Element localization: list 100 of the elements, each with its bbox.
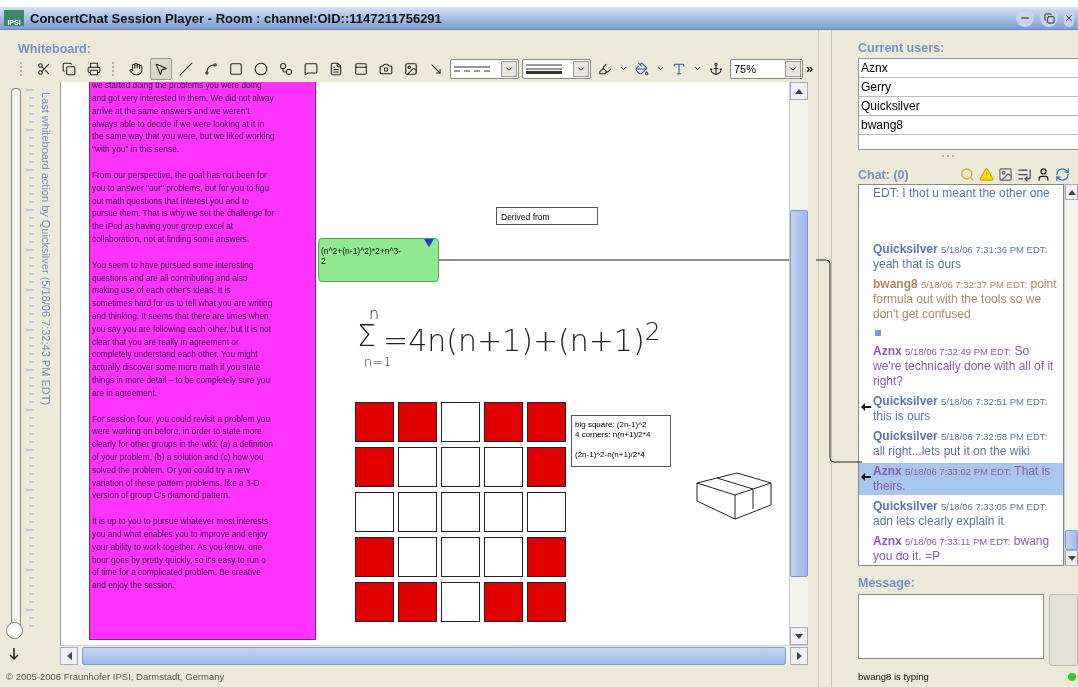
list-icon[interactable] [1017,167,1032,183]
chat-row[interactable]: Quicksilver 5/18/06 7:31:36 PM EDT: yeah that is ours [859,241,1063,274]
chat-message: Aznx 5/18/06 7:33:11 PM EDT: bwang you do it. =P [873,534,1051,565]
document-icon [329,61,343,76]
square-shape[interactable] [484,537,523,578]
square-shape[interactable] [441,537,480,578]
whiteboard-label: Whiteboard: [18,41,91,56]
square-shape[interactable] [527,492,566,533]
note-paragraph: we started doing the problems you were doing and got very interested in them. We did not alway arrive at the same answers and we weren't always able to decide if we were looking at it in the same way that you were, but we liked working "with you" in this sense. [92,82,276,157]
left-arrow-icon [66,651,72,660]
speech-bubble-icon [304,61,318,76]
square-shape[interactable] [398,582,437,623]
minimize-button[interactable] [1016,9,1034,27]
square-shape[interactable] [527,537,566,578]
note-paragraph: From our perspective, the goal has not been for you to answer "our" problems, but for you to figu out math questions that interest you and to pursue them. That is why we set the challenge for the iPod as having your group excel at collaboration, not at finding some answers. [92,169,276,246]
line-icon [179,61,193,76]
square-shape[interactable] [441,582,480,623]
square-shape[interactable] [484,447,523,488]
calculation-box[interactable]: big square: (2n-1)^2 4 corners: n(n+1)/2*4 (2n-1)^2-n(n+1)/2*4 [571,415,671,468]
tool-button[interactable] [150,57,172,80]
panel-splitter[interactable] [818,30,832,687]
user-item[interactable]: Aznx [859,58,1078,78]
formula-text: (n^2+(n-1)^2)*2+n^3- 2 [321,246,401,267]
square-shape[interactable] [398,492,437,533]
camera-icon [379,61,393,76]
rectangle-icon [229,61,243,76]
printer-icon [87,61,101,76]
vertical-scrollbar[interactable] [789,82,808,646]
chat-row[interactable]: Aznx 5/18/06 7:33:11 PM EDT: bwang you do it. =P [859,533,1063,566]
refresh-icon[interactable] [1055,167,1070,183]
square-shape[interactable] [484,492,523,533]
note-paragraph: It is up to you to pursue whatever most interests you and what enables you to improve and enjoy your ability to work together. As you know, one hour goes by pretty quickly, so it's easy to run o of time for a complicated problem. Be creative and enjoy the session. [92,515,270,592]
hand-icon [129,61,143,76]
chat-message: EDT: I thot u meant the other one [872,186,1051,203]
chat-row[interactable]: Quicksilver 5/18/06 7:32:51 PM EDT: this is ours [859,393,1063,426]
up-arrow-icon [1067,189,1076,195]
paint-bucket-icon [635,61,649,76]
chat-message: Quicksilver 5/18/06 7:33:05 PM EDT: adn lets clearly explain it [873,499,1049,530]
chat-message: Quicksilver 5/18/06 7:32:51 PM EDT: this is ours [873,394,1049,425]
square-shape[interactable] [355,447,394,488]
dashed-line-icon [454,64,490,73]
square-shape[interactable] [484,402,523,443]
square-shape[interactable] [398,537,437,578]
message-input[interactable] [858,594,1044,660]
window-title: ConcertChat Session Player - Room : channel:OID::1147211756291 [30,10,443,26]
square-shape[interactable] [441,402,480,443]
chat-message: Aznx 5/18/06 7:33:02 PM EDT: That is theirs. [873,464,1052,495]
close-button[interactable] [1064,9,1074,27]
down-arrow-icon [795,633,803,639]
restore-icon [1043,12,1055,24]
whiteboard-canvas[interactable] [60,82,789,646]
square-shape[interactable] [355,492,394,533]
down-arrow-icon [1067,555,1076,561]
square-shape[interactable] [527,582,566,623]
restore-button[interactable] [1040,9,1058,27]
curve-icon [204,61,218,76]
chat-message: Quicksilver 5/18/06 7:32:58 PM EDT: all right...lets put it on the wiki [873,429,1049,460]
square-shape[interactable] [441,447,480,488]
chat-label: Chat: (0) [858,168,910,183]
chat-row[interactable]: Quicksilver 5/18/06 7:33:05 PM EDT: adn lets clearly explain it [859,498,1063,531]
chat-row[interactable]: Quicksilver 5/18/06 7:32:58 PM EDT: all right...lets put it on the wiki [859,428,1063,461]
message-label: Message: [858,576,916,591]
chat-message: Quicksilver 5/18/06 7:31:36 PM EDT: yeah that is ours [873,242,1049,273]
square-shape[interactable] [484,582,523,623]
copyright-text: © 2005-2006 Fraunhofer IPSI, Darmstadt, Germany [5,669,226,684]
scroll-thumb[interactable] [1065,530,1078,550]
square-shape[interactable] [398,447,437,488]
text-box[interactable]: Derived from [496,207,598,226]
more-button[interactable]: » [806,61,814,77]
user-item[interactable]: Gerry [859,77,1078,97]
online-dot [1068,672,1076,681]
user-item[interactable]: bwang8 [859,115,1078,135]
anchor-icon [709,61,723,76]
square-shape[interactable] [355,537,394,578]
slider-thumb[interactable] [6,622,23,640]
right-arrow-icon [796,651,802,660]
user-item[interactable]: Quicksilver [859,96,1078,116]
calculation-line: 4 corners: n(n+1)/2*4 [575,430,652,441]
copy-icon [62,61,76,76]
diagonal-arrow-icon [429,61,443,76]
chat-scrollbar[interactable] [1064,184,1078,567]
square-shape[interactable] [355,402,394,443]
triangle-icon [424,239,434,248]
ellipse-icon [254,61,268,76]
square-shape[interactable] [527,402,566,443]
square-shape[interactable] [527,447,566,488]
letter-icon [672,61,686,76]
image-icon[interactable] [998,167,1013,183]
scissors-icon [37,61,51,76]
square-shape[interactable] [398,402,437,443]
pen-icon [598,61,612,76]
zoom-dropdown[interactable]: 75% [730,58,803,79]
formula-box[interactable]: (n^2+(n-1)^2)*2+n^3- 2 [318,238,439,283]
square-shape[interactable] [355,582,394,623]
line-width-dropdown[interactable] [522,58,591,79]
square-shape[interactable] [441,492,480,533]
scroll-thumb[interactable] [790,210,808,578]
down-arrow-icon[interactable] [8,647,20,662]
note-paragraph: You seem to have pursued some interesting questions and are all contributing and also making use of each other's ideas. It is sometimes hard for us to tell what you are writing and thinking. It seems that there are times when you say you are following each other, but it is not clear that you are really in agreement or completely understand each other. You might actually discover some more math if you state things in more detail – to be completely sure you are in agreement. [92,258,274,400]
person-icon[interactable] [1036,167,1051,183]
